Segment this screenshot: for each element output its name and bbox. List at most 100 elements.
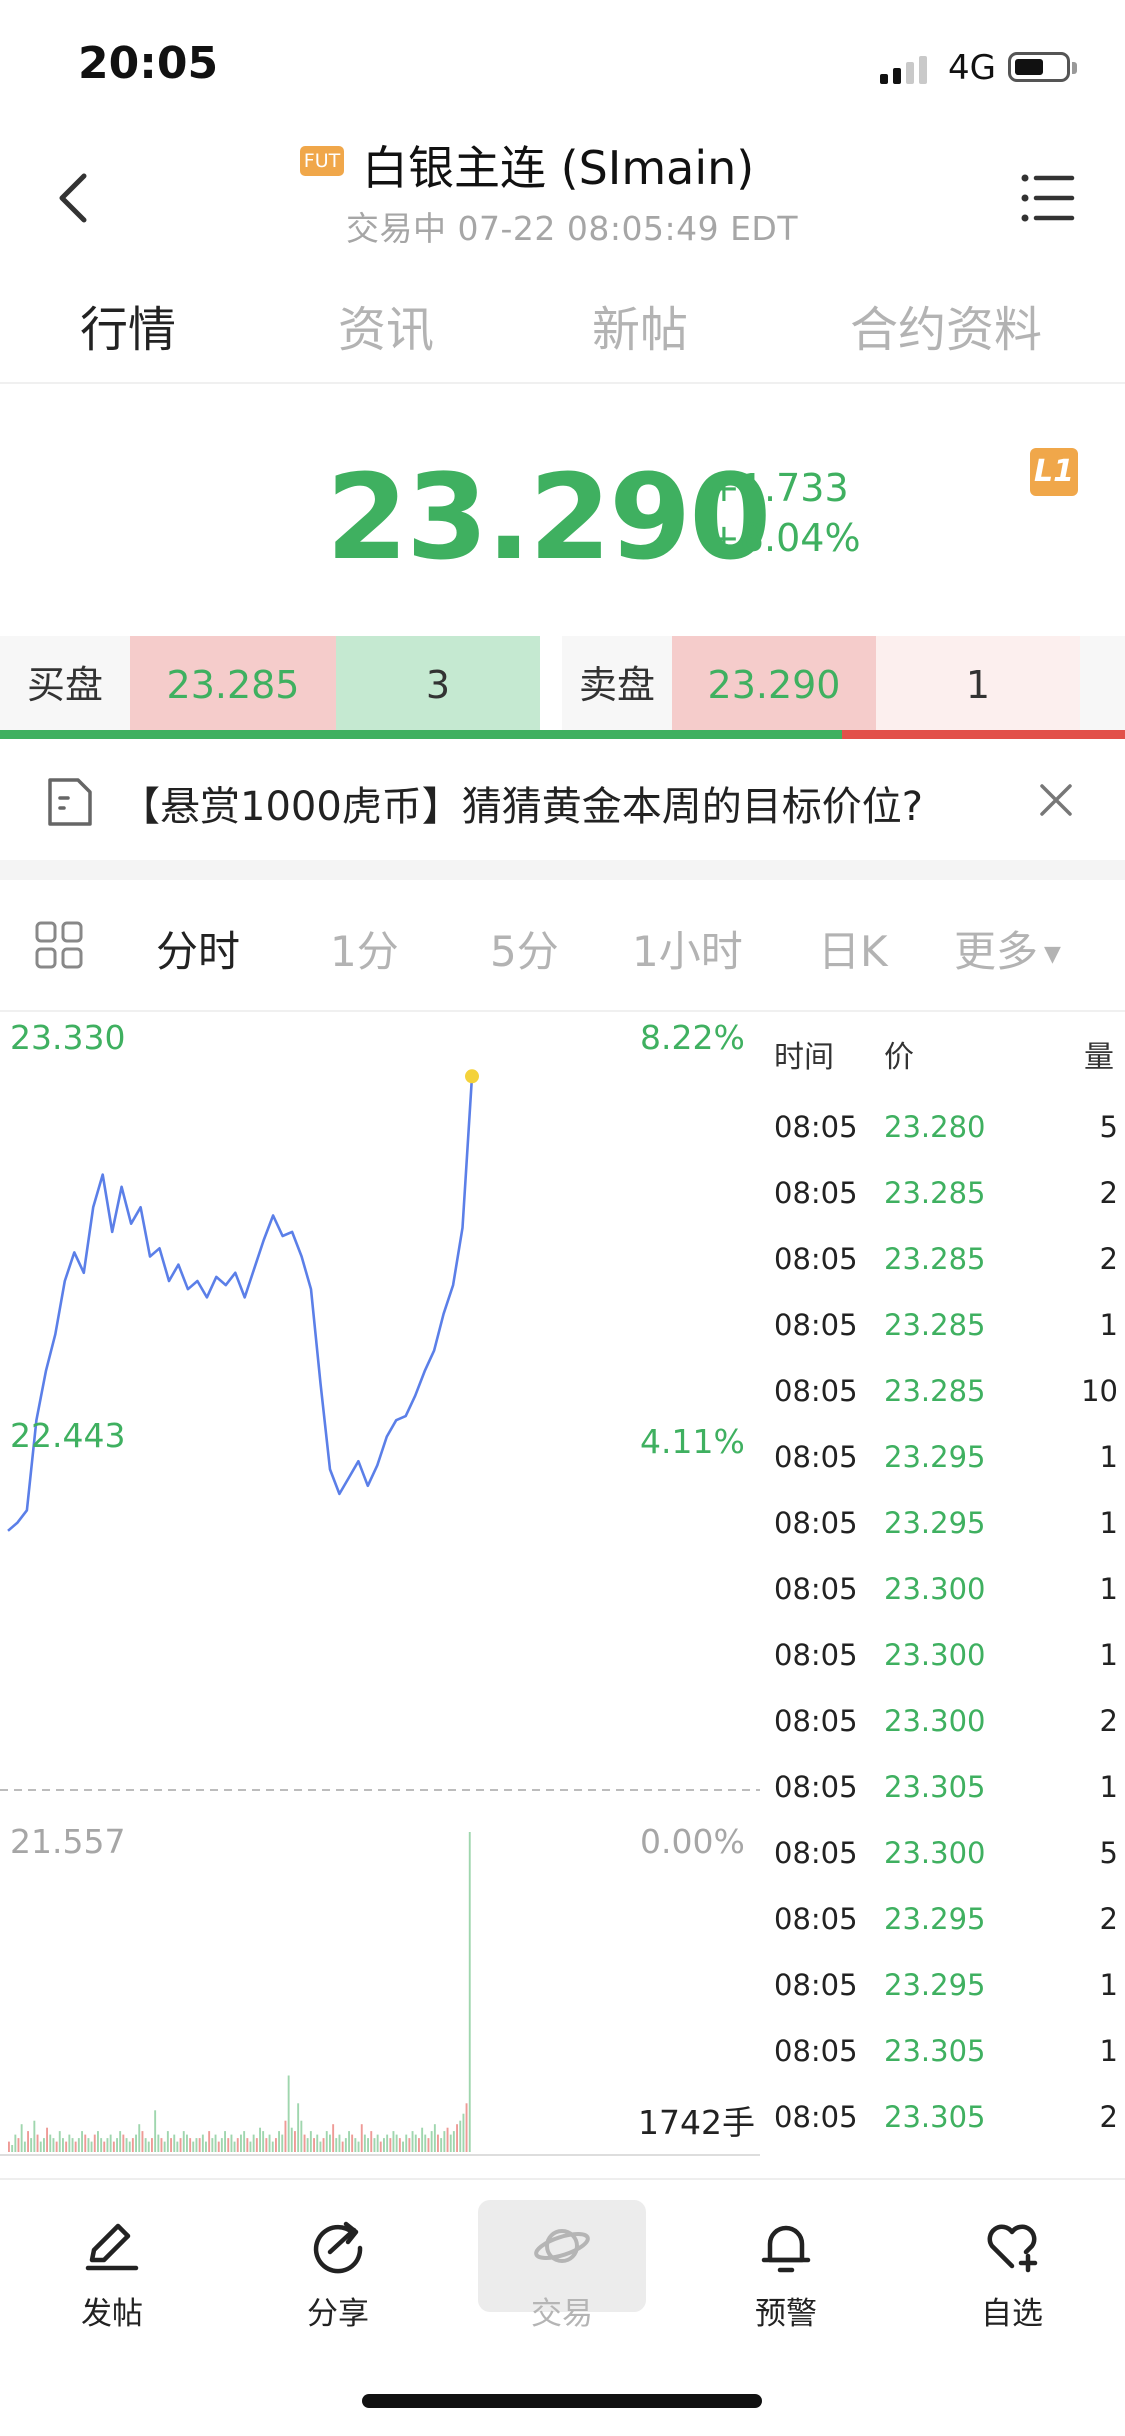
tab-quote[interactable]: 行情	[80, 290, 176, 360]
trade-time: 08:05	[774, 1638, 858, 1672]
volume-bar	[278, 2131, 280, 2152]
signal-strength-icon	[880, 52, 927, 84]
period-intraday[interactable]: 分时	[156, 918, 240, 979]
volume-bar	[166, 2131, 169, 2152]
back-button[interactable]	[48, 168, 108, 228]
volume-bar	[189, 2138, 192, 2152]
period-1hour[interactable]: 1小时	[632, 918, 743, 979]
pct-axis-high: 8.22%	[640, 1018, 745, 1057]
notice-text[interactable]: 【悬赏1000虎币】猜猜黄金本周的目标价位?	[120, 774, 923, 832]
bid-strength-bar	[0, 730, 842, 739]
period-more[interactable]: 更多 ▼	[954, 918, 1061, 979]
battery-icon	[1008, 52, 1070, 82]
trade-price: 23.295	[884, 1902, 986, 1936]
trade-time: 08:05	[774, 1374, 858, 1408]
volume-bar	[135, 2134, 137, 2152]
volume-bar	[284, 2120, 287, 2152]
trade-list-header-volume: 量	[1084, 1040, 1114, 1075]
volume-bar	[144, 2138, 147, 2152]
volume-bar	[205, 2141, 207, 2152]
nav-trade-button[interactable]: 交易	[482, 2210, 642, 2332]
volume-bars	[8, 1832, 471, 2152]
volume-bar	[90, 2141, 93, 2152]
volume-bar	[440, 2138, 443, 2152]
ask-label: 卖盘	[562, 636, 672, 734]
volume-bar	[367, 2138, 369, 2152]
volume-bar	[275, 2138, 277, 2152]
volume-bar	[246, 2138, 249, 2152]
network-type: 4G	[948, 48, 996, 88]
trade-volume: 1	[1099, 1440, 1118, 1474]
price-line	[7, 1076, 474, 1532]
volume-bar	[186, 2134, 188, 2152]
nav-watchlist-button[interactable]: 自选	[932, 2210, 1092, 2332]
volume-bar	[290, 2127, 293, 2152]
volume-bar	[39, 2141, 42, 2152]
nav-post-button[interactable]: 发帖	[32, 2210, 192, 2332]
trade-price: 23.300	[884, 1638, 986, 1672]
volume-bar	[389, 2138, 392, 2152]
volume-bar	[103, 2141, 106, 2152]
tabs-divider	[0, 382, 1125, 384]
close-icon[interactable]	[1036, 780, 1076, 820]
volume-bar	[30, 2138, 33, 2152]
battery-tip	[1072, 62, 1077, 74]
trade-time: 08:05	[774, 1440, 858, 1474]
tab-contract-info[interactable]: 合约资料	[850, 290, 1042, 360]
y-axis-low: 21.557	[10, 1822, 126, 1861]
period-5min[interactable]: 5分	[490, 918, 559, 979]
volume-bar	[214, 2134, 217, 2152]
volume-bar	[17, 2138, 20, 2152]
trade-time: 08:05	[774, 1704, 858, 1738]
volume-bar	[176, 2141, 179, 2152]
volume-bar	[402, 2141, 404, 2152]
volume-bar	[217, 2141, 220, 2152]
level1-badge[interactable]: L1	[1030, 448, 1078, 496]
order-book: 买盘 23.285 3 卖盘 23.290 1	[0, 636, 1125, 734]
trade-time: 08:05	[774, 1110, 858, 1144]
menu-button[interactable]	[1020, 172, 1076, 224]
chevron-left-icon	[59, 173, 87, 223]
bell-icon	[761, 2225, 811, 2273]
volume-bar	[424, 2134, 427, 2152]
share-icon	[313, 2221, 363, 2274]
volume-bar	[27, 2131, 29, 2152]
tab-posts[interactable]: 新帖	[592, 290, 688, 360]
trading-status: 交易中 07-22 08:05:49 EDT	[346, 209, 798, 248]
volume-bar	[294, 2131, 296, 2152]
trade-time: 08:05	[774, 1506, 858, 1540]
volume-bar	[421, 2127, 424, 2152]
heart-plus-icon	[987, 2224, 1038, 2273]
period-more-label: 更多	[954, 927, 1039, 976]
volume-bar	[262, 2131, 265, 2152]
volume-bar	[58, 2131, 61, 2152]
trade-volume: 2	[1099, 2100, 1118, 2134]
volume-bar	[8, 2141, 10, 2152]
volume-bar	[173, 2134, 176, 2152]
trade-price: 23.305	[884, 1770, 986, 1804]
tab-news[interactable]: 资讯	[338, 290, 434, 360]
volume-bar	[122, 2134, 125, 2152]
volume-bar	[240, 2134, 242, 2152]
volume-bar	[138, 2124, 141, 2152]
trade-price: 23.285	[884, 1242, 986, 1276]
volume-bar	[23, 2141, 26, 2152]
ask-size: 1	[876, 636, 1080, 734]
nav-share-button[interactable]: 分享	[258, 2210, 418, 2332]
intraday-chart[interactable]	[0, 1012, 760, 2162]
trade-volume: 2	[1099, 1704, 1118, 1738]
volume-bar	[55, 2141, 58, 2152]
volume-bar	[338, 2134, 341, 2152]
period-daily[interactable]: 日K	[818, 918, 888, 979]
volume-bar	[383, 2138, 385, 2152]
nav-alert-button[interactable]: 预警	[706, 2210, 866, 2332]
volume-bar	[303, 2134, 306, 2152]
grid-icon[interactable]	[34, 920, 84, 970]
period-1min[interactable]: 1分	[330, 918, 399, 979]
volume-bar	[354, 2138, 357, 2152]
volume-bar	[271, 2141, 274, 2152]
trade-list-header-time: 时间	[774, 1040, 834, 1075]
volume-bar	[360, 2124, 363, 2152]
volume-bar	[373, 2138, 376, 2152]
trade-time: 08:05	[774, 2100, 858, 2134]
